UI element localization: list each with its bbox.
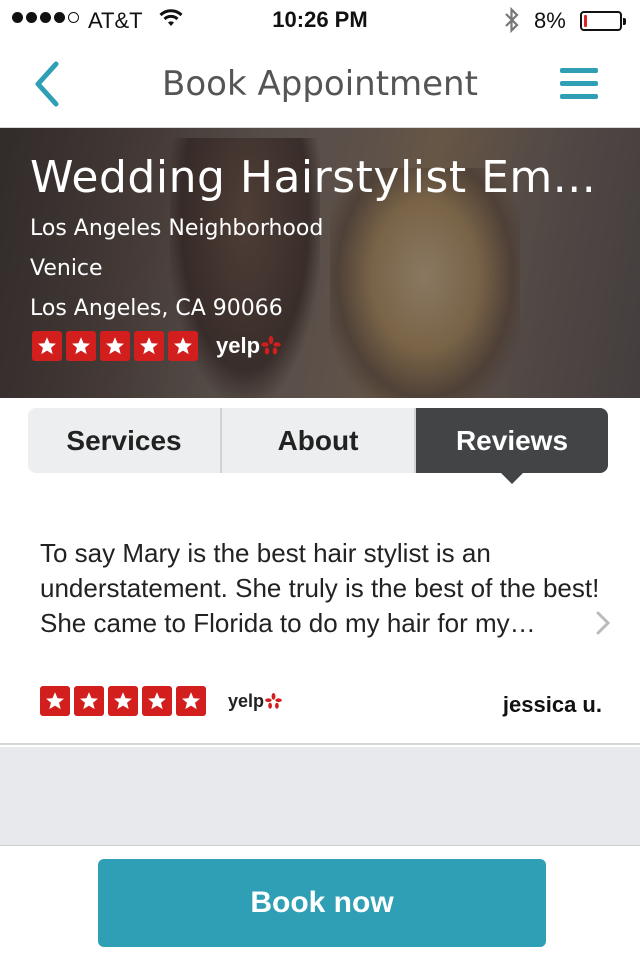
book-now-button[interactable]: Book now bbox=[98, 859, 546, 947]
star-icon bbox=[74, 686, 104, 716]
business-header: Wedding Hairstylist Em... Los Angeles Ne… bbox=[0, 128, 640, 398]
review-card[interactable]: To say Mary is the best hair stylist is … bbox=[0, 500, 640, 745]
tab-services[interactable]: Services bbox=[28, 408, 222, 473]
review-yelp-logo: yelp bbox=[228, 691, 282, 712]
star-icon bbox=[100, 331, 130, 361]
business-name: Wedding Hairstylist Em... bbox=[30, 152, 597, 203]
battery-percent: 8% bbox=[534, 8, 566, 33]
address-city: Los Angeles, CA 90066 bbox=[30, 296, 283, 321]
status-bar: AT&T 10:26 PM 8% bbox=[0, 0, 640, 40]
tab-about[interactable]: About bbox=[222, 408, 416, 473]
chevron-right-icon[interactable] bbox=[593, 611, 613, 635]
reviewer-name: jessica u. bbox=[502, 692, 602, 717]
navigation-bar: Book Appointment bbox=[0, 40, 640, 128]
footer: Book now bbox=[0, 845, 640, 960]
star-icon bbox=[168, 331, 198, 361]
star-icon bbox=[176, 686, 206, 716]
yelp-logo: yelp bbox=[216, 333, 281, 359]
address-area: Venice bbox=[30, 256, 103, 281]
yelp-burst-icon bbox=[265, 692, 282, 709]
star-icon bbox=[40, 686, 70, 716]
menu-button[interactable] bbox=[560, 68, 600, 100]
tab-reviews[interactable]: Reviews bbox=[416, 408, 608, 484]
address-neighborhood: Los Angeles Neighborhood bbox=[30, 216, 324, 241]
hamburger-menu-icon bbox=[560, 68, 598, 73]
page-title: Book Appointment bbox=[162, 64, 478, 104]
business-address: Los Angeles Neighborhood Venice Los Ange… bbox=[30, 209, 596, 329]
bluetooth-icon bbox=[502, 6, 522, 40]
content-spacer bbox=[0, 747, 640, 845]
tab-bar: Services About Reviews bbox=[28, 408, 608, 484]
star-icon bbox=[32, 331, 62, 361]
review-star-rating bbox=[40, 686, 206, 716]
star-icon bbox=[134, 331, 164, 361]
business-rating: yelp bbox=[32, 331, 281, 361]
yelp-burst-icon bbox=[261, 336, 281, 355]
review-text: To say Mary is the best hair stylist is … bbox=[40, 538, 600, 638]
star-rating bbox=[32, 331, 198, 361]
battery-icon bbox=[580, 11, 626, 31]
review-rating: yelp bbox=[40, 686, 282, 716]
star-icon bbox=[108, 686, 138, 716]
star-icon bbox=[66, 331, 96, 361]
star-icon bbox=[142, 686, 172, 716]
